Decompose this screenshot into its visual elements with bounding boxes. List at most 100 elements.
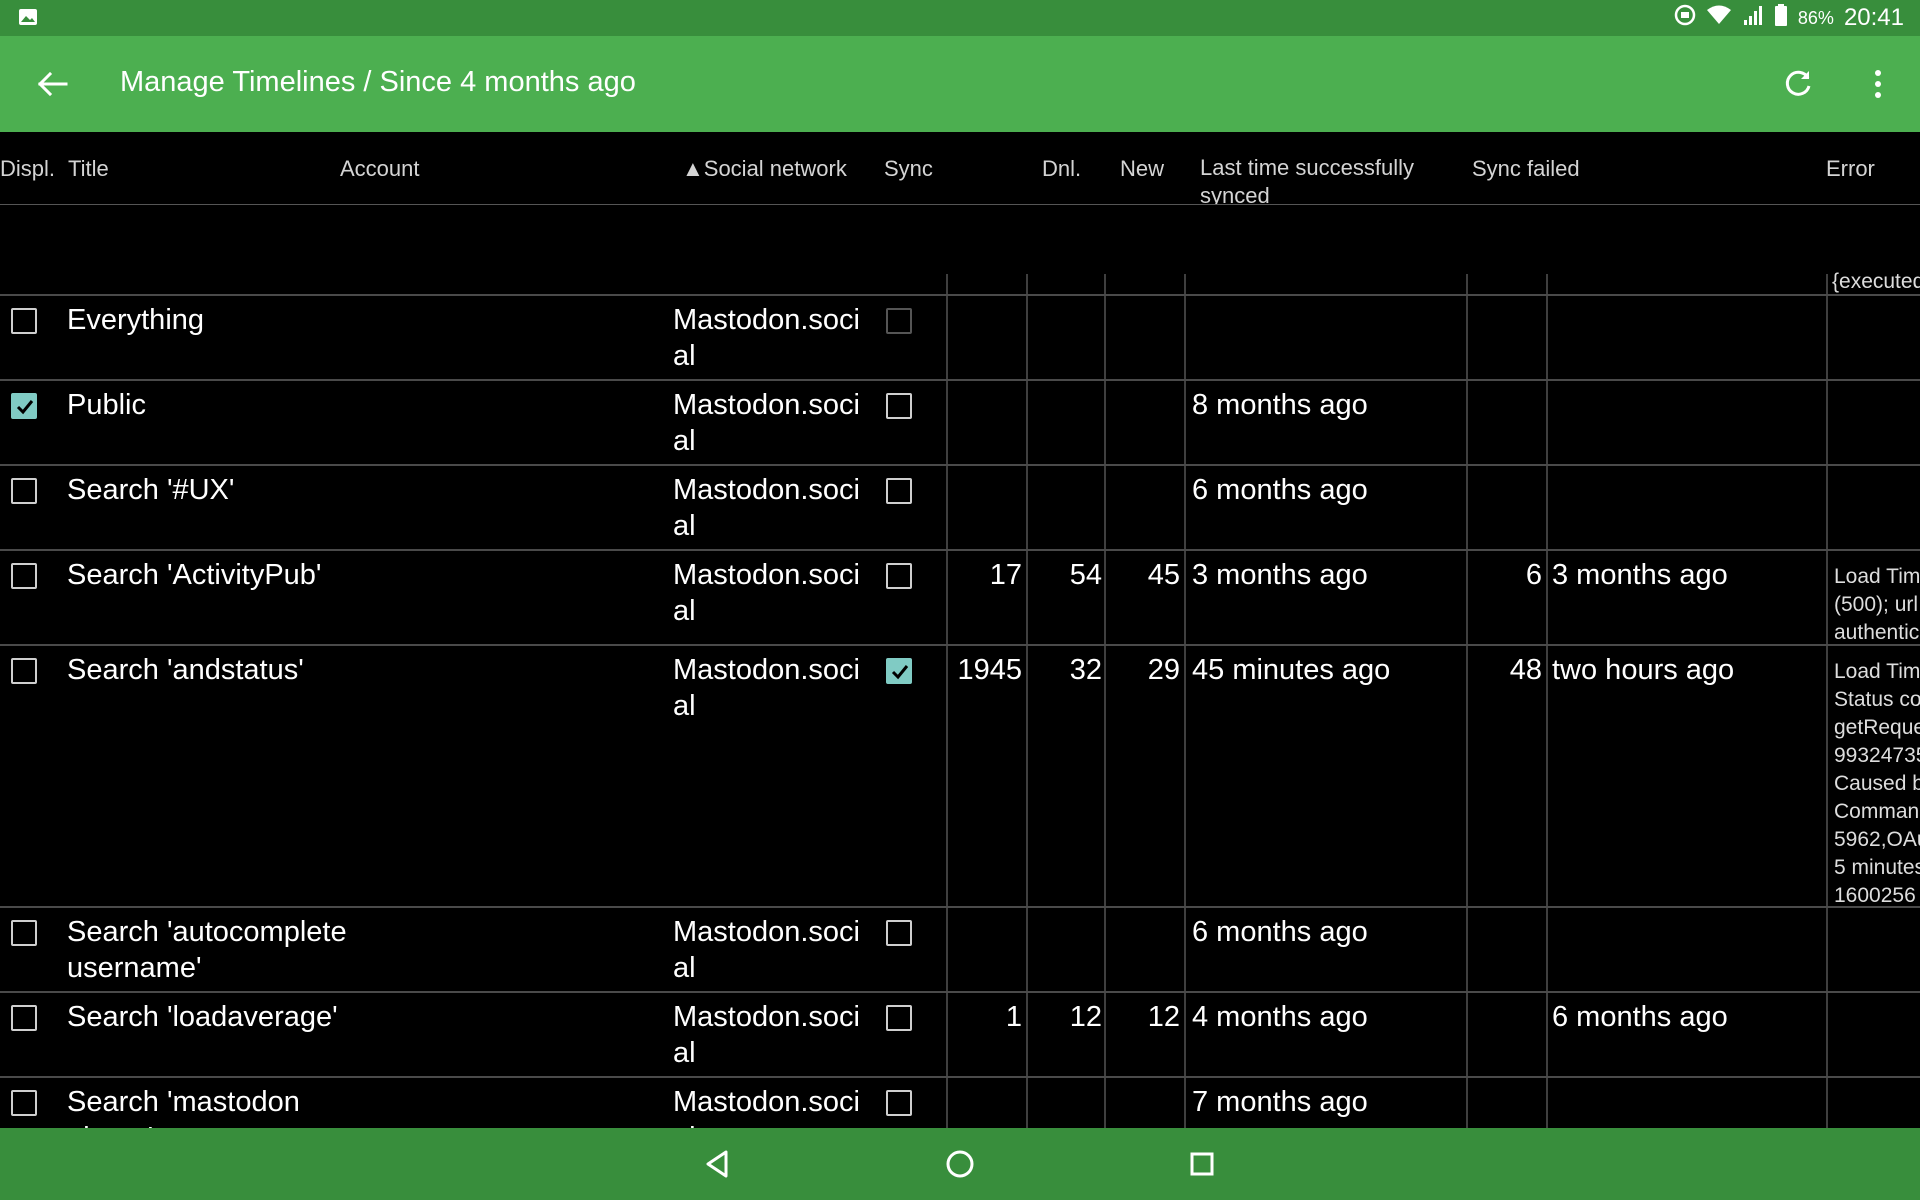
sync-checkbox[interactable] — [886, 563, 912, 589]
count-value: 1 — [1005, 1001, 1022, 1033]
error-value: Load Tim (500); url authentic — [1834, 565, 1920, 644]
refresh-icon[interactable] — [1780, 66, 1816, 102]
social-network: Mastodon.social — [673, 1086, 860, 1128]
downloaded-value: 12 — [1069, 1001, 1102, 1033]
sync-checkbox[interactable] — [886, 658, 912, 684]
navigation-bar — [0, 1128, 1920, 1200]
new-value: 45 — [1147, 559, 1180, 591]
col-header-last-synced[interactable]: Last time successfully synced — [1200, 154, 1450, 204]
display-checkbox[interactable] — [11, 1090, 37, 1116]
status-clock: 20:41 — [1843, 4, 1904, 31]
timeline-title: Search '#UX' — [67, 474, 235, 506]
nav-recents-icon[interactable] — [1184, 1146, 1220, 1182]
table-row[interactable]: Search 'andstatus' Mastodon.social 1945 32 2… — [0, 646, 1920, 908]
display-checkbox[interactable] — [11, 393, 37, 419]
failed-time-value: 6 months ago — [1552, 1001, 1728, 1033]
display-checkbox[interactable] — [11, 308, 37, 334]
last-synced-value: 3 months ago — [1192, 559, 1368, 591]
error-value — [1834, 308, 1920, 379]
col-header-error[interactable]: Error — [1826, 156, 1875, 182]
image-icon — [18, 8, 38, 26]
failed-count-value: 6 — [1525, 559, 1542, 591]
battery-percent: 86% — [1797, 7, 1834, 28]
nav-back-icon[interactable] — [700, 1146, 736, 1182]
table-row[interactable]: Search 'loadaverage' Mastodon.social 1 12 12… — [0, 993, 1920, 1078]
sync-checkbox[interactable] — [886, 920, 912, 946]
sync-checkbox[interactable] — [886, 308, 912, 334]
col-header-sync-failed[interactable]: Sync failed — [1472, 156, 1580, 182]
last-synced-value: 45 minutes ago — [1192, 654, 1391, 686]
wifi-icon — [1706, 4, 1732, 32]
display-checkbox[interactable] — [11, 1005, 37, 1031]
failed-time-value: two hours ago — [1552, 654, 1735, 686]
col-header-dnl[interactable]: Dnl. — [1042, 156, 1081, 182]
social-network: Mastodon.social — [673, 654, 860, 722]
display-checkbox[interactable] — [11, 478, 37, 504]
timelines-table[interactable]: Displ. Title Account ▲Social network Syn… — [0, 132, 1920, 1128]
timeline-title: Search 'autocomplete username' — [67, 916, 347, 984]
table-header: Displ. Title Account ▲Social network Syn… — [0, 132, 1920, 205]
failed-count-value: 48 — [1509, 654, 1542, 686]
social-network: Mastodon.social — [673, 559, 860, 627]
timeline-title: Everything — [67, 304, 205, 336]
table-row[interactable]: Search 'ActivityPub' Mastodon.social 17 54 4… — [0, 551, 1920, 646]
new-value: 29 — [1147, 654, 1180, 686]
table-row[interactable]: Public Mastodon.social 8 months ago — [0, 381, 1920, 466]
social-network: Mastodon.social — [673, 304, 860, 372]
summary-error-text: {executed — [1832, 270, 1920, 293]
more-vert-icon[interactable] — [1872, 66, 1884, 102]
sync-checkbox[interactable] — [886, 1090, 912, 1116]
social-network: Mastodon.social — [673, 474, 860, 542]
col-header-title[interactable]: Title — [68, 156, 109, 182]
col-header-account[interactable]: Account — [340, 156, 420, 182]
nav-home-icon[interactable] — [942, 1146, 978, 1182]
sync-checkbox[interactable] — [886, 1005, 912, 1031]
error-value — [1834, 478, 1920, 549]
failed-time-value: 3 months ago — [1552, 559, 1728, 591]
table-row[interactable]: Search 'autocomplete username' Mastodon.s… — [0, 908, 1920, 993]
table-row[interactable]: Search '#UX' Mastodon.social 6 months ago — [0, 466, 1920, 551]
timeline-title: Search 'mastodon phone' — [67, 1086, 300, 1128]
col-header-sync[interactable]: Sync — [884, 156, 933, 182]
count-value: 17 — [989, 559, 1022, 591]
last-synced-value: 6 months ago — [1192, 474, 1368, 506]
timeline-title: Search 'ActivityPub' — [67, 559, 322, 591]
sync-checkbox[interactable] — [886, 478, 912, 504]
page-title: Manage Timelines / Since 4 months ago — [120, 66, 636, 98]
col-header-displ[interactable]: Displ. — [0, 156, 55, 182]
social-network: Mastodon.social — [673, 389, 860, 457]
signal-icon — [1742, 4, 1764, 32]
count-value: 1945 — [957, 654, 1022, 686]
error-value — [1834, 1090, 1920, 1128]
last-synced-value: 8 months ago — [1192, 389, 1368, 421]
summary-row: {executed — [0, 204, 1920, 296]
sync-icon — [1674, 4, 1696, 32]
sync-checkbox[interactable] — [886, 393, 912, 419]
social-network: Mastodon.social — [673, 1001, 860, 1069]
new-value: 12 — [1147, 1001, 1180, 1033]
error-value: Load Tim Status co getReque 99324735 Cau… — [1834, 660, 1920, 906]
display-checkbox[interactable] — [11, 920, 37, 946]
error-value — [1834, 920, 1920, 991]
downloaded-value: 32 — [1069, 654, 1102, 686]
battery-icon — [1774, 4, 1788, 32]
error-value — [1834, 393, 1920, 464]
app-bar: Manage Timelines / Since 4 months ago — [0, 36, 1920, 132]
col-header-social-network[interactable]: ▲Social network — [682, 156, 847, 182]
last-synced-value: 6 months ago — [1192, 916, 1368, 948]
table-row[interactable]: Search 'mastodon phone' Mastodon.social 7 … — [0, 1078, 1920, 1128]
downloaded-value: 54 — [1069, 559, 1102, 591]
timeline-title: Search 'andstatus' — [67, 654, 304, 686]
last-synced-value: 7 months ago — [1192, 1086, 1368, 1118]
social-network: Mastodon.social — [673, 916, 860, 984]
back-arrow-icon[interactable] — [36, 68, 72, 100]
timeline-title: Public — [67, 389, 146, 421]
table-row[interactable]: Everything Mastodon.social — [0, 296, 1920, 381]
display-checkbox[interactable] — [11, 563, 37, 589]
last-synced-value: 4 months ago — [1192, 1001, 1368, 1033]
error-value — [1834, 1005, 1920, 1076]
status-bar: 86% 20:41 — [0, 0, 1920, 36]
display-checkbox[interactable] — [11, 658, 37, 684]
col-header-new[interactable]: New — [1120, 156, 1164, 182]
timeline-title: Search 'loadaverage' — [67, 1001, 338, 1033]
